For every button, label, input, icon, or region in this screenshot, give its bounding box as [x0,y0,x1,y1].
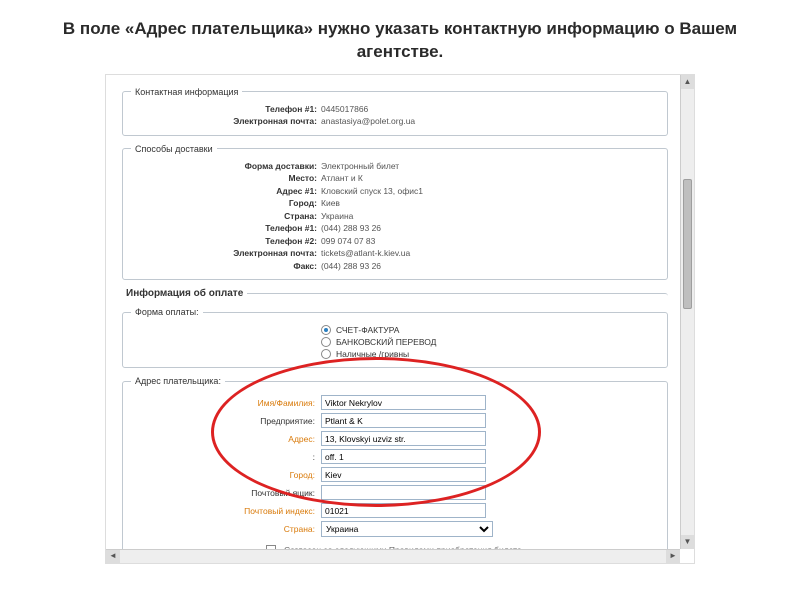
payer-city-label: Город: [131,470,321,480]
delivery-group: Способы доставки Форма доставки:Электрон… [122,144,668,280]
payer-address-input[interactable] [321,431,486,446]
contact-phone1-label: Телефон #1: [131,104,321,115]
radio-icon [321,337,331,347]
contact-phone1-value: 0445017866 [321,104,368,115]
radio-icon [321,325,331,335]
scroll-left-icon[interactable]: ◄ [106,550,120,563]
payer-country-select[interactable]: Украина [321,521,493,537]
payer-name-label: Имя/Фамилия: [131,398,321,408]
payer-group: Адрес плательщика: Имя/Фамилия: Предприя… [122,376,668,563]
payer-zip-input[interactable] [321,503,486,518]
payment-option-cash: Наличные /гривны [336,349,409,359]
payer-company-input[interactable] [321,413,486,428]
app-window: Контактная информация Телефон #1: 044501… [105,74,695,564]
slide-title: В поле «Адрес плательщика» нужно указать… [60,18,740,64]
contact-group: Контактная информация Телефон #1: 044501… [122,87,668,136]
payer-address-label: Адрес: [131,434,321,444]
payment-radio-cash[interactable]: Наличные /гривны [321,349,659,359]
delivery-phone1-value: (044) 288 93 26 [321,223,381,234]
payer-name-input[interactable] [321,395,486,410]
payer-country-label: Страна: [131,524,321,534]
delivery-city-label: Город: [131,198,321,209]
payment-option-bank: БАНКОВСКИЙ ПЕРЕВОД [336,337,436,347]
delivery-email-label: Электронная почта: [131,248,321,259]
contact-email-value: anastasiya@polet.org.ua [321,116,415,127]
scroll-up-icon[interactable]: ▲ [681,75,694,89]
delivery-addr1-label: Адрес #1: [131,186,321,197]
payer-legend: Адрес плательщика: [131,376,225,386]
delivery-phone2-value: 099 074 07 83 [321,236,375,247]
payment-option-invoice: СЧЕТ-ФАКТУРА [336,325,399,335]
delivery-method-label: Форма доставки: [131,161,321,172]
scroll-down-icon[interactable]: ▼ [681,535,694,549]
delivery-email-value: tickets@atlant-k.kiev.ua [321,248,410,259]
payer-address2-input[interactable] [321,449,486,464]
scrollbar-horizontal[interactable]: ◄ ► [106,549,680,563]
payment-radio-bank[interactable]: БАНКОВСКИЙ ПЕРЕВОД [321,337,659,347]
scrollbar-vertical[interactable]: ▲ ▼ [680,75,694,549]
radio-icon [321,349,331,359]
delivery-addr1-value: Кловский спуск 13, офис1 [321,186,423,197]
payment-info-legend: Информация об оплате [122,288,247,299]
payer-pobox-input[interactable] [321,485,486,500]
delivery-country-label: Страна: [131,211,321,222]
delivery-phone1-label: Телефон #1: [131,223,321,234]
delivery-legend: Способы доставки [131,144,217,154]
payment-info-heading: Информация об оплате [122,288,668,299]
payer-city-input[interactable] [321,467,486,482]
scroll-track[interactable] [681,89,694,535]
payer-pobox-label: Почтовый ящик: [131,488,321,498]
scroll-right-icon[interactable]: ► [666,550,680,563]
delivery-fax-value: (044) 288 93 26 [321,261,381,272]
payer-zip-label: Почтовый индекс: [131,506,321,516]
delivery-method-value: Электронный билет [321,161,399,172]
delivery-place-label: Место: [131,173,321,184]
delivery-fax-label: Факс: [131,261,321,272]
payment-form-legend: Форма оплаты: [131,307,203,317]
payer-address2-label: : [131,452,321,462]
delivery-city-value: Киев [321,198,340,209]
payment-radio-invoice[interactable]: СЧЕТ-ФАКТУРА [321,325,659,335]
delivery-phone2-label: Телефон #2: [131,236,321,247]
payment-form-group: Форма оплаты: СЧЕТ-ФАКТУРА БАНКОВСКИЙ ПЕ… [122,307,668,368]
contact-legend: Контактная информация [131,87,242,97]
payer-company-label: Предприятие: [131,416,321,426]
delivery-place-value: Атлант и К [321,173,363,184]
delivery-country-value: Украина [321,211,353,222]
scroll-thumb[interactable] [683,179,692,309]
contact-email-label: Электронная почта: [131,116,321,127]
